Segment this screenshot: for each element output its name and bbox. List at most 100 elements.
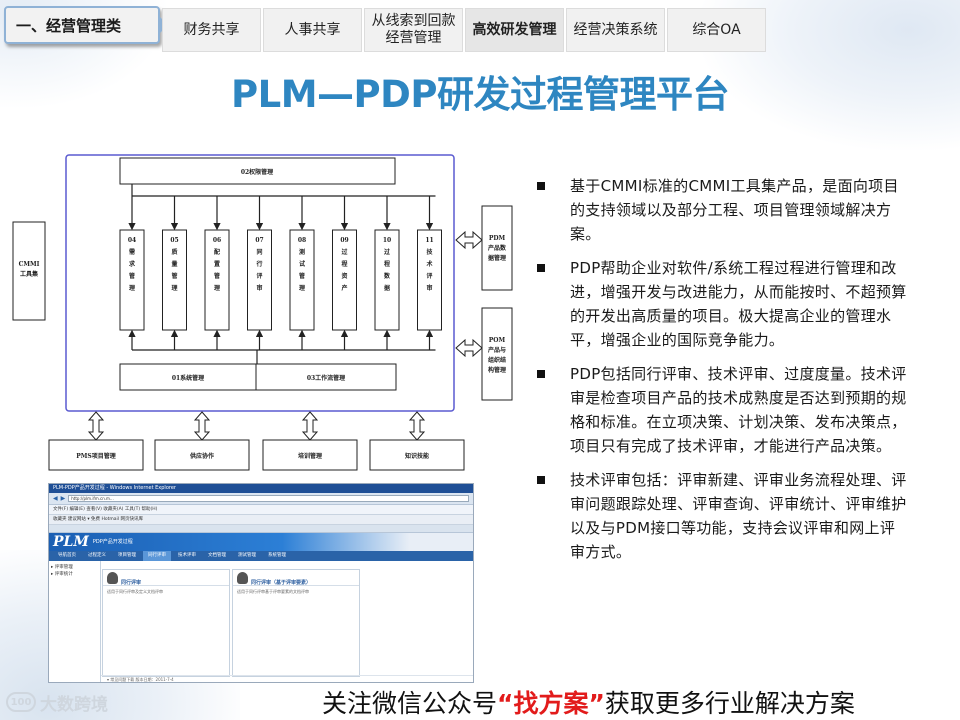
bullet-item: 技术评审包括：评审新建、评审业务流程处理、评审问题跟踪处理、评审查询、评审统计、… [537,468,907,564]
bullet-square-icon [537,476,545,484]
tab-5[interactable]: 综合OA [667,8,766,52]
browser-address-bar: ◀ ▶ http://plm.ifm.cn.m... [49,493,473,505]
module-label: 求 [129,260,136,268]
forward-icon: ▶ [60,495,66,502]
module-label: 11 [425,237,433,244]
tab-1[interactable]: 人事共享 [263,8,362,52]
external-double-arrow [301,411,319,441]
browser-title: PLM-PDP产品开发过程 - Windows Internet Explore… [49,484,473,493]
external-double-arrow [87,411,105,441]
module-box [247,229,272,331]
module-label: 过 [341,248,347,256]
bullet-text: PDP帮助企业对软件/系统工程过程进行管理和改进，增强开发与改进能力，从而能按时… [570,259,907,349]
module-box [119,229,145,331]
plm-nav-item: 文档管理 [208,553,226,558]
peer-review-panel: 同行评审 适用于同行评审及定义文档评审 [102,569,230,677]
pom-sublabel-1: 产品与 [488,346,506,354]
plm-web-screenshot: PLM-PDP产品开发过程 - Windows Internet Explore… [48,483,474,683]
pom-label: POM [489,337,506,344]
module-label: 管 [299,272,305,280]
module-label: 管 [171,272,177,280]
bullet-text: 基于CMMI标准的CMMI工具集产品，是面向项目的支持领域以及部分工程、项目管理… [570,177,899,243]
module-label: 评 [256,272,262,280]
module-label: 07 [255,237,263,244]
module-label: 测 [299,248,305,256]
module-label: 10 [383,237,391,244]
external-double-arrow [408,411,426,441]
module-label: 理 [129,284,135,292]
module-label: 量 [171,260,177,268]
module-label: 据 [384,284,390,292]
module-label: 06 [213,237,221,244]
pdm-label: PDM [489,235,506,242]
module-label: 产 [341,284,347,292]
browser-tabs [49,525,473,533]
tab-0[interactable]: 财务共享 [162,8,261,52]
module-label: 质 [171,248,177,256]
element-review-panel: 同行评审（基于评审要素） 适用于同行评审基于评审要素的文档评审 [232,569,360,677]
module-label: 理 [214,284,220,292]
bullet-text: PDP包括同行评审、技术评审、过度度量。技术评审是检查项目产品的技术成熟度是否达… [570,365,907,455]
url-field: http://plm.ifm.cn.m... [68,495,469,502]
module-label: 05 [170,237,178,244]
module-label: 审 [426,284,432,292]
plm-nav-item: 同行评审 [143,551,171,561]
browser-menu: 文件(F) 编辑(E) 查看(V) 收藏夹(A) 工具(T) 帮助(H) [49,505,473,515]
bullet-item: PDP帮助企业对软件/系统工程过程进行管理和改进，增强开发与改进能力，从而能按时… [537,256,907,352]
module-label: 管 [214,272,220,280]
footer-text-after: 获取更多行业解决方案 [604,689,855,718]
module-label: 程 [383,260,390,268]
tab-2[interactable]: 从线索到回款 经营管理 [364,8,463,52]
peer-review-desc: 适用于同行评审及定义文档评审 [107,589,163,594]
bullet-text: 技术评审包括：评审新建、评审业务流程处理、评审问题跟踪处理、评审查询、评审统计、… [570,471,907,561]
tab-4[interactable]: 经营决策系统 [566,8,665,52]
tab-3[interactable]: 高效研发管理 [465,8,564,52]
plm-side-item: ▸ 评审统计 [51,572,73,577]
external-box-label: 知识技能 [405,452,429,460]
module-box [289,229,315,331]
module-label: 04 [128,237,136,244]
module-label: 资 [341,272,347,280]
architecture-diagram: 02权限管理 04 需求管理 05 质量管理 06 配置管理 07 同行评审 08 测试管理 09 过程… [10,150,515,480]
plm-banner: PLM PDP产品开发过程 [49,533,473,551]
page-title: PLM—PDP研发过程管理平台 [231,73,729,116]
permission-label: 02权限管理 [241,168,273,176]
bullet-square-icon [537,370,545,378]
module-box [332,229,357,331]
footer-banner: 关注微信公众号 “找方案” 获取更多行业解决方案 [322,684,855,720]
module-label: 数 [384,272,391,280]
bullet-item: 基于CMMI标准的CMMI工具集产品，是面向项目的支持领域以及部分工程、项目管理… [537,174,907,246]
feature-bullets: 基于CMMI标准的CMMI工具集产品，是面向项目的支持领域以及部分工程、项目管理… [537,174,907,574]
brand-logo: 100 [6,692,36,712]
bullet-square-icon [537,182,545,190]
pom-box [481,307,513,401]
external-box-label: PMS项目管理 [76,452,116,460]
module-label: 置 [214,260,220,268]
plm-nav-item: 项目管理 [118,553,136,558]
browser-favorites: 收藏夹 建议网站 ▾ 免费 Hotmail 网页快讯库 [49,515,473,525]
module-label: 08 [298,237,306,244]
peer-review-title: 同行评审 [103,570,229,586]
plm-sidebar: ▸ 评审管理 ▸ 评审统计 [49,561,101,682]
plm-footer: ▾ 常见问题下载 版本日期：2011-7-4 [101,675,473,682]
module-label: 评 [426,272,432,280]
cmmi-sublabel: 工具集 [20,270,39,278]
plm-nav-item: 导航首页 [58,553,76,558]
cmmi-label: CMMI [19,261,40,268]
element-review-title: 同行评审（基于评审要素） [233,570,359,586]
module-box [162,229,187,331]
module-label: 同 [256,248,262,256]
bullet-square-icon [537,264,545,272]
plm-logo: PLM [53,534,89,550]
module-label: 理 [299,284,305,292]
plm-nav-item: 技术评审 [178,553,196,558]
bullet-item: PDP包括同行评审、技术评审、过度度量。技术评审是检查项目产品的技术成熟度是否达… [537,362,907,458]
top-nav-tabs: 财务共享 人事共享 从线索到回款 经营管理 高效研发管理 经营决策系统 综合OA [162,8,766,52]
plm-nav-item: 过程定义 [88,553,106,558]
external-box-label: 培训管理 [298,452,322,460]
architecture-diagram-svg: 02权限管理 04 需求管理 05 质量管理 06 配置管理 07 同行评审 08 测试管理 09 过程… [12,154,513,471]
module-label: 审 [256,284,262,292]
pom-sublabel-2: 组织结 [488,356,506,364]
system-mgmt-label: 01系统管理 [172,374,204,382]
module-label: 技 [426,248,433,256]
